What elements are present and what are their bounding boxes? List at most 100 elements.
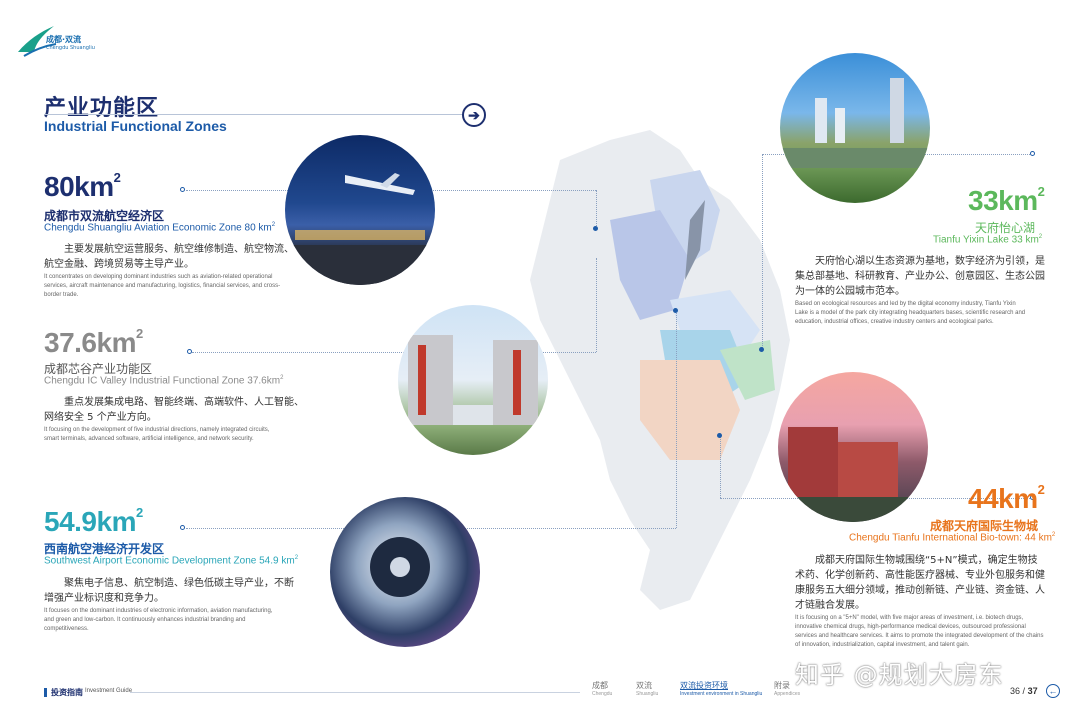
zone-name-en-text: Chengdu Tianfu International Bio-town: 4… [849,532,1052,544]
zone-desc-line: 术药、化学创新药、高性能医疗器械、专业外包服务和健 [795,570,1045,581]
watermark: 知乎 @规划大房东 [795,661,1004,689]
zone-desc-en-line: Based on ecological resources and led by… [795,301,1016,307]
zone-name-en: Tianfu Yixin Lake 33 km2 [933,234,1042,245]
ic-valley-photo [398,305,548,455]
zone-area-value: 54.9km [44,506,136,537]
zone-area: 37.6km2 [44,326,143,359]
marker-dot [187,349,192,354]
zone-desc-line: 增强产业标识度和竞争力。 [44,593,164,604]
zone-area-exponent: 2 [135,505,143,520]
zone-desc-en-line: It concentrates on developing dominant i… [44,274,273,280]
zone-desc-line: 康服务五大细分领域，推动创新链、产业链、资金链、人 [795,585,1045,596]
zone-desc-en-line: education, industrial offices, creative … [795,319,994,325]
zone-desc-line: 为一体的公园城市范本。 [795,286,905,297]
zone-name-en-exponent: 2 [280,375,284,381]
zone-name-en-exponent: 2 [271,222,276,228]
zone-desc-line: 才链融合发展。 [795,600,865,611]
zone-description-cn: 天府怡心湖以生态资源为基地，数字经济为引领，是 集总部基地、科研教育、产业办公、… [795,254,1045,299]
nav-label: 成都 [592,681,608,690]
back-button[interactable]: ← [1046,684,1060,698]
zone-area-value: 44km [968,483,1038,514]
zone-name-en-exponent: 2 [1051,532,1056,538]
zone-description-cn: 成都天府国际生物城围绕“5+N”模式，确定生物技 术药、化学创新药、高性能医疗器… [795,553,1045,613]
arrow-left-icon: ← [1048,686,1058,696]
logo-text: 成都·双流 Chengdu Shuangliu [46,36,95,52]
zone-area-exponent: 2 [1037,482,1045,497]
connector-dot [717,433,722,438]
next-arrow-button[interactable]: ➔ [462,103,486,127]
zone-area-exponent: 2 [135,326,143,341]
zone-description-cn: 重点发展集成电路、智能终端、高端软件、人工智能、 网络安全 5 个产业方向。 [44,395,304,425]
connector-line [676,310,677,528]
zone-area-exponent: 2 [1037,184,1045,199]
arrow-right-icon: ➔ [468,106,480,123]
connector-dot [593,226,598,231]
zone-area: 33km2 [968,184,1045,217]
connector-line [720,436,721,498]
nav-label: 双流 [636,681,652,690]
nav-label: 附录 [774,681,790,690]
marker-dot [180,187,185,192]
zone-area: 44km2 [968,482,1045,515]
zone-desc-line: 主要发展航空运营服务、航空维修制造、航空物流、 [64,244,294,255]
zone-desc-en-line: competitiveness. [44,626,89,632]
zone-desc-en-line: border trade. [44,292,79,298]
zone-name-en: Chengdu Tianfu International Bio-town: 4… [849,532,1055,543]
zone-desc-en-line: services, aircraft maintenance and manuf… [44,283,281,289]
zone-desc-line: 网络安全 5 个产业方向。 [44,412,157,423]
nav-label-en: Appendices [774,691,801,697]
page-right: 37 [1027,686,1038,696]
zone-area-value: 80km [44,171,114,202]
zone-desc-line: 航空金融、跨境贸易等主导产业。 [44,259,194,270]
connector-dot [759,347,764,352]
zone-desc-en-line: It is focusing on a "5+N" model, with fi… [795,615,1024,621]
zone-desc-line: 成都天府国际生物城围绕“5+N”模式，确定生物技 [815,555,1038,566]
footer-nav-chengdu[interactable]: 成都 Chengdu [592,680,612,697]
footer-divider [130,692,580,693]
zone-area-value: 37.6km [44,327,136,358]
zone-description-en: It focuses on the dominant industries of… [44,607,272,634]
nav-label-en: Shuangliu [636,691,659,697]
nav-label: 双流投资环境 [680,681,728,690]
zone-description-en: Based on ecological resources and led by… [795,300,1025,327]
marker-dot [180,525,185,530]
logo-brand: 成都·双流 [46,35,82,44]
logo-sub: Chengdu Shuangliu [46,45,95,51]
footer-nav-shuangliu[interactable]: 双流 Shuangliu [636,680,658,697]
footer-label: 投资指南 [51,688,83,697]
marker-dot [1030,151,1035,156]
zone-name-en: Chengdu IC Valley Industrial Functional … [44,375,283,386]
zone-description-cn: 聚焦电子信息、航空制造、绿色低碳主导产业，不断 增强产业标识度和竞争力。 [44,576,294,606]
zone-desc-en-line: of innovation, industrialization, capita… [795,642,970,648]
connector-dot [673,308,678,313]
zone-name-en-text: Tianfu Yixin Lake 33 km [933,234,1039,246]
page-number: 36 / 37 [1010,686,1038,696]
zone-area-value: 33km [968,185,1038,216]
footer-marker [44,688,47,697]
zone-name-en-text: Chengdu Shuangliu Aviation Economic Zone… [44,222,272,234]
title-divider [44,114,464,115]
zone-name-en: Southwest Airport Economic Development Z… [44,555,298,566]
connector-line [762,154,763,350]
biotown-photo [778,372,928,522]
zone-name-en-text: Chengdu IC Valley Industrial Functional … [44,375,281,387]
footer-nav-investment[interactable]: 双流投资环境 Investment environment in Shuangl… [680,680,762,697]
engine-photo [330,497,480,647]
zone-desc-en-line: Lake is a model of the park city integra… [795,310,1026,316]
zone-desc-en-line: and green and low-carbon. It continuousl… [44,617,246,623]
zone-desc-en-line: It focusing on the development of five i… [44,427,270,433]
zone-name-en: Chengdu Shuangliu Aviation Economic Zone… [44,222,275,233]
connector-line [596,190,597,228]
nav-label-en: Investment environment in Shuangliu [680,691,763,697]
zone-desc-line: 集总部基地、科研教育、产业办公、创意园区、生态公园 [795,271,1045,282]
zone-desc-en-line: smart terminals, advanced software, arti… [44,436,254,442]
lake-photo [780,53,930,203]
page-left: 36 [1010,686,1021,696]
zone-desc-en-line: services and healthcare services. It aim… [795,633,1044,639]
zone-description-en: It focusing on the development of five i… [44,426,269,444]
footer-nav-appendices[interactable]: 附录 Appendices [774,680,800,697]
zone-desc-line: 天府怡心湖以生态资源为基地，数字经济为引领，是 [815,256,1045,267]
zone-desc-en-line: innovative chemical drugs, high-performa… [795,624,1026,630]
zone-area: 54.9km2 [44,505,143,538]
page-subtitle: Industrial Functional Zones [44,118,227,134]
